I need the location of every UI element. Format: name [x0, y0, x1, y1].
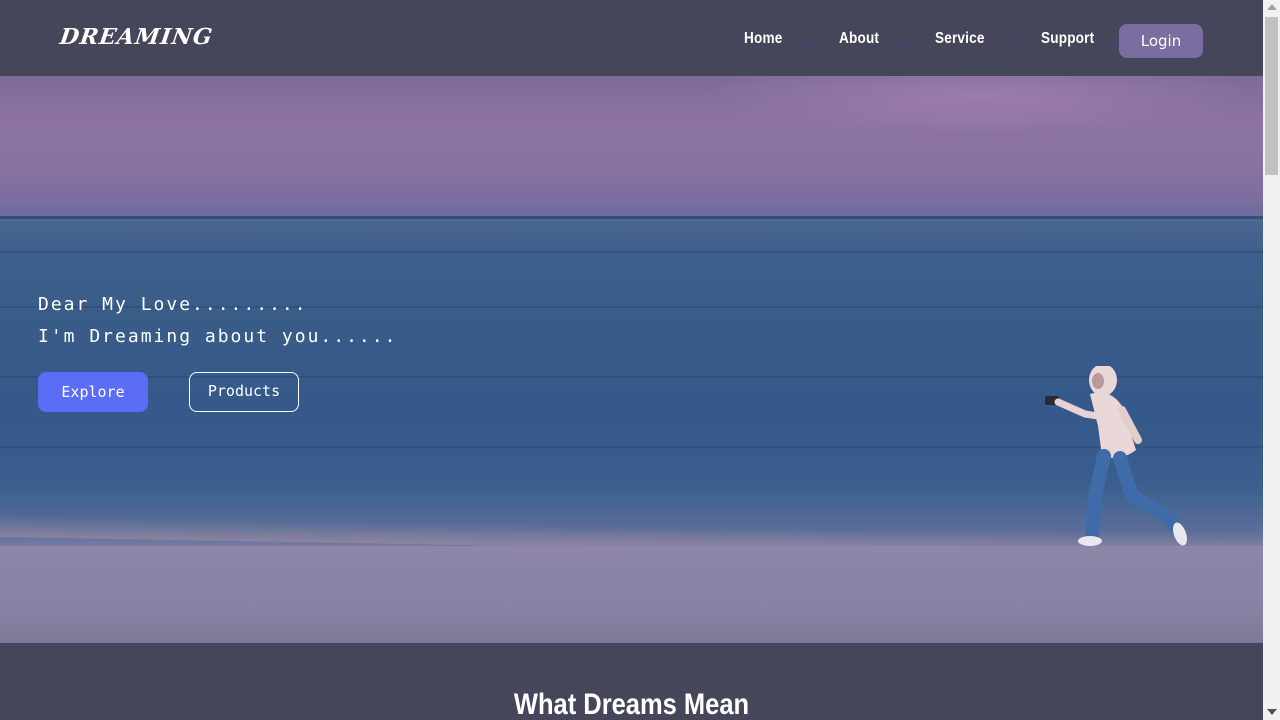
- page: DREAMING Home About Service Support Logi…: [0, 0, 1263, 720]
- sky-glow: [700, 76, 1260, 136]
- scroll-thumb[interactable]: [1265, 17, 1278, 175]
- nav-link-about[interactable]: About: [839, 30, 879, 48]
- nav-link-home[interactable]: Home: [744, 30, 782, 48]
- scroll-down-arrow-icon[interactable]: [1267, 709, 1277, 715]
- nav-link-support[interactable]: Support: [1041, 30, 1094, 48]
- hero-line-2: I'm Dreaming about you......: [38, 326, 398, 347]
- sea-wave: [0, 251, 1263, 253]
- login-button[interactable]: Login: [1119, 24, 1203, 58]
- site-logo[interactable]: DREAMING: [58, 24, 214, 50]
- hero-line-1: Dear My Love.........: [38, 294, 308, 315]
- scroll-up-arrow-icon[interactable]: [1267, 4, 1277, 10]
- horizon-line: [0, 216, 1263, 219]
- nav-separator: [805, 44, 810, 45]
- section-title: What Dreams Mean: [513, 688, 750, 720]
- nav-link-service[interactable]: Service: [935, 30, 985, 48]
- running-person-image: [1045, 366, 1187, 546]
- vertical-scrollbar[interactable]: [1263, 0, 1280, 720]
- nav-separator: [901, 44, 906, 45]
- hero-section: Dear My Love......... I'm Dreaming about…: [0, 76, 1263, 643]
- navbar: DREAMING Home About Service Support Logi…: [0, 0, 1263, 76]
- nav-separator: [1007, 44, 1012, 45]
- explore-button[interactable]: Explore: [38, 372, 148, 412]
- nav-separator: [1113, 44, 1118, 45]
- products-button[interactable]: Products: [189, 372, 299, 412]
